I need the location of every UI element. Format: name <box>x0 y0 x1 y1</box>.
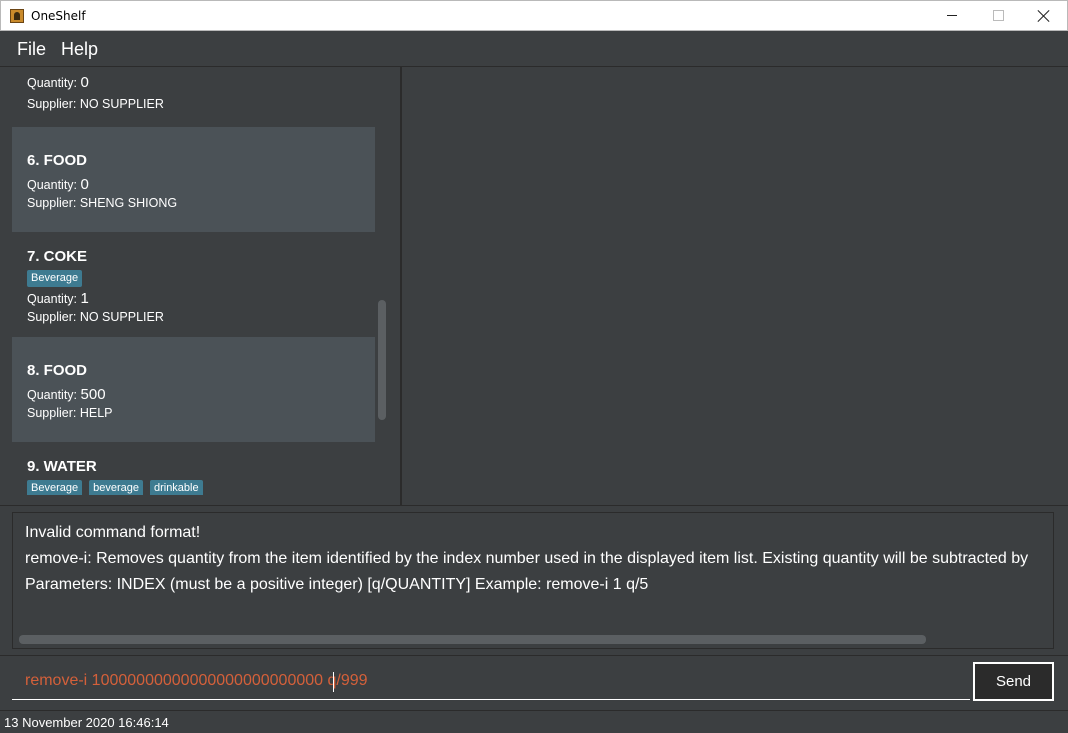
item-quantity: Quantity: 500 <box>27 386 106 403</box>
menu-bar: File Help <box>0 31 1068 67</box>
tag-badge: beverage <box>89 480 143 495</box>
item-title: 7. COKE <box>27 248 88 265</box>
item-tags: Beverage beverage drinkable <box>27 480 203 495</box>
item-title: 9. WATER <box>27 458 97 475</box>
close-icon <box>1038 10 1050 22</box>
text-caret <box>333 672 334 692</box>
item-title: 8. FOOD <box>27 362 88 379</box>
item-title: 6. FOOD <box>27 152 88 169</box>
tag-badge: Beverage <box>27 270 83 287</box>
status-datetime: 13 November 2020 16:46:14 <box>4 715 169 730</box>
result-line: Parameters: INDEX (must be a positive in… <box>25 576 649 593</box>
item-supplier: Supplier: NO SUPPLIER <box>27 97 164 111</box>
maximize-icon <box>992 10 1004 21</box>
list-item[interactable]: 6. FOOD Quantity: 0 Supplier: SHENG SHIO… <box>12 127 375 232</box>
item-list[interactable]: Quantity: 0 Supplier: NO SUPPLIER 6. FOO… <box>12 77 375 495</box>
menu-file[interactable]: File <box>17 39 46 60</box>
list-item[interactable]: Quantity: 0 Supplier: NO SUPPLIER <box>12 77 375 127</box>
maximize-button[interactable] <box>975 1 1021 30</box>
status-bar: 13 November 2020 16:46:14 <box>0 710 1068 733</box>
list-item[interactable]: 8. FOOD Quantity: 500 Supplier: HELP <box>12 337 375 442</box>
close-button[interactable] <box>1021 1 1067 30</box>
window-title: OneShelf <box>31 9 86 23</box>
item-tags: Beverage <box>27 270 83 287</box>
minimize-icon <box>947 15 957 16</box>
tag-badge: Beverage <box>27 480 83 495</box>
divider <box>0 505 1068 506</box>
item-quantity: Quantity: 0 <box>27 77 89 91</box>
divider <box>0 655 1068 656</box>
result-line: Invalid command format! <box>25 524 201 541</box>
item-supplier: Supplier: HELP <box>27 406 113 420</box>
oneshelf-app-icon <box>10 9 24 23</box>
item-quantity: Quantity: 0 <box>27 176 89 193</box>
tag-badge: drinkable <box>149 480 203 495</box>
minimize-button[interactable] <box>929 1 975 30</box>
command-input[interactable] <box>12 662 970 700</box>
item-quantity: Quantity: 1 <box>27 290 89 307</box>
result-display: Invalid command format! remove-i: Remove… <box>12 512 1054 649</box>
list-item[interactable]: 7. COKE Beverage Quantity: 1 Supplier: N… <box>12 232 375 337</box>
panel-divider[interactable] <box>400 67 402 505</box>
item-supplier: Supplier: NO SUPPLIER <box>27 310 164 324</box>
item-supplier: Supplier: SHENG SHIONG <box>27 196 178 210</box>
list-item[interactable]: 9. WATER Beverage beverage drinkable <box>12 442 375 495</box>
result-line: remove-i: Removes quantity from the item… <box>25 550 1029 567</box>
send-button[interactable]: Send <box>973 662 1054 701</box>
title-bar: OneShelf <box>0 0 1068 31</box>
list-scrollbar[interactable] <box>378 300 386 420</box>
menu-help[interactable]: Help <box>61 39 98 60</box>
result-scrollbar[interactable] <box>19 635 926 644</box>
